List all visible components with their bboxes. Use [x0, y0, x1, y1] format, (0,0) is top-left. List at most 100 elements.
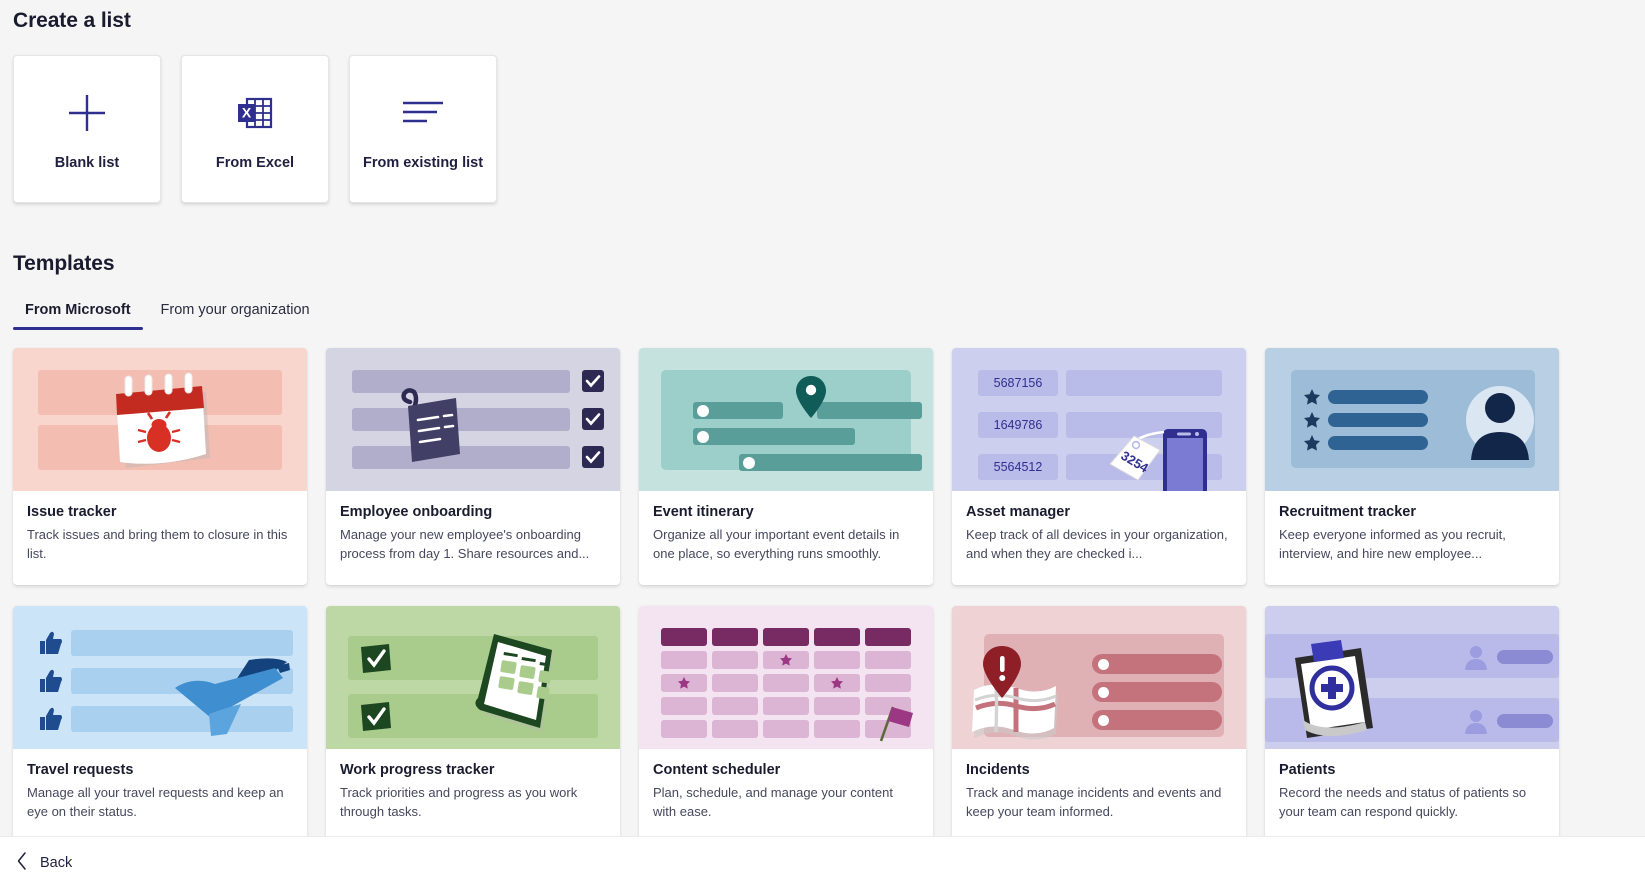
create-list-panel: Create a list Blank list X From Excel Fr… — [0, 0, 1645, 843]
card-body: Travel requests Manage all your travel r… — [13, 749, 307, 821]
card-description: Plan, schedule, and manage your content … — [653, 785, 893, 819]
art-row — [1328, 413, 1428, 427]
create-tile-blank-list[interactable]: Blank list — [13, 55, 161, 203]
location-pin-icon — [796, 376, 826, 418]
card-body: Asset manager Keep track of all devices … — [952, 491, 1246, 563]
star-icon — [831, 677, 843, 689]
thumbs-up-icon — [40, 707, 62, 730]
page-title: Create a list — [13, 9, 131, 32]
bullet-dot — [743, 457, 755, 469]
card-description: Record the needs and status of patients … — [1279, 785, 1527, 819]
person-icon — [1465, 710, 1487, 734]
grid-cell — [712, 674, 758, 692]
grid-cell — [763, 674, 809, 692]
card-title: Content scheduler — [653, 762, 781, 778]
art-row — [1092, 654, 1222, 674]
create-tile-from-excel[interactable]: X From Excel — [181, 55, 329, 203]
art-row — [1328, 390, 1428, 404]
art-row — [739, 454, 922, 471]
medical-clipboard-icon — [1295, 640, 1373, 738]
card-body: Work progress tracker Track priorities a… — [326, 749, 620, 821]
asset-id-chip: 1649786 — [978, 412, 1058, 438]
art-row — [1497, 714, 1553, 728]
art-row — [693, 428, 855, 445]
flag-icon — [879, 706, 913, 742]
grid-header-cell — [763, 628, 809, 646]
incidents-art — [952, 606, 1246, 749]
avatar — [1466, 386, 1534, 460]
existing-list-icon — [397, 87, 449, 139]
card-body: Content scheduler Plan, schedule, and ma… — [639, 749, 933, 821]
content-scheduler-art — [639, 606, 933, 749]
back-button-label: Back — [40, 854, 73, 871]
template-card-asset-manager[interactable]: 5687156 1649786 5564512 3254 Asset manag… — [952, 348, 1246, 585]
tab-from-microsoft[interactable]: From Microsoft — [13, 296, 143, 330]
grid-cell — [865, 651, 911, 669]
template-card-travel-requests[interactable]: Travel requests Manage all your travel r… — [13, 606, 307, 843]
star-icon — [780, 654, 792, 666]
templates-grid: Issue tracker Track issues and bring the… — [13, 348, 1645, 843]
grid-cell — [763, 697, 809, 715]
card-body: Recruitment tracker Keep everyone inform… — [1265, 491, 1559, 563]
patients-art — [1265, 606, 1559, 749]
template-card-issue-tracker[interactable]: Issue tracker Track issues and bring the… — [13, 348, 307, 585]
grid-cell — [763, 720, 809, 738]
card-body: Event itinerary Organize all your import… — [639, 491, 933, 563]
map-with-alert-pin-icon — [972, 646, 1058, 740]
back-button[interactable]: Back — [14, 845, 80, 881]
art-row — [1328, 436, 1428, 450]
template-card-incidents[interactable]: Incidents Track and manage incidents and… — [952, 606, 1246, 843]
grid-header-cell — [865, 628, 911, 646]
travel-requests-art — [13, 606, 307, 749]
price-tag-icon: 3254 — [1109, 430, 1165, 481]
create-tile-from-existing-list[interactable]: From existing list — [349, 55, 497, 203]
clipboard-note-icon — [401, 388, 460, 462]
create-tile-label: From existing list — [362, 155, 484, 171]
template-card-employee-onboarding[interactable]: Employee onboarding Manage your new empl… — [326, 348, 620, 585]
bullet-dot — [1098, 715, 1109, 726]
bullet-dot — [1098, 687, 1109, 698]
grid-cell — [865, 674, 911, 692]
grid-cell — [661, 697, 707, 715]
template-card-content-scheduler[interactable]: Content scheduler Plan, schedule, and ma… — [639, 606, 933, 843]
grid-header-cell — [661, 628, 707, 646]
card-body: Issue tracker Track issues and bring the… — [13, 491, 307, 563]
card-title: Incidents — [966, 762, 1030, 778]
card-description: Track priorities and progress as you wor… — [340, 785, 578, 819]
template-card-work-progress-tracker[interactable]: Work progress tracker Track priorities a… — [326, 606, 620, 843]
art-row — [71, 630, 293, 656]
templates-title: Templates — [13, 252, 115, 275]
grid-cell — [661, 674, 707, 692]
card-title: Employee onboarding — [340, 504, 493, 520]
card-title: Work progress tracker — [340, 762, 495, 778]
template-card-patients[interactable]: Patients Record the needs and status of … — [1265, 606, 1559, 843]
tab-from-your-organization[interactable]: From your organization — [149, 296, 322, 330]
svg-text:X: X — [242, 105, 252, 121]
card-title: Issue tracker — [27, 504, 117, 520]
card-title: Asset manager — [966, 504, 1070, 520]
footer-bar: Back — [0, 836, 1645, 888]
card-body: Incidents Track and manage incidents and… — [952, 749, 1246, 821]
chevron-left-icon — [16, 851, 28, 875]
bullet-dot — [1098, 659, 1109, 670]
asset-id-chip: 5564512 — [978, 454, 1058, 480]
create-options-row: Blank list X From Excel From existing li… — [13, 55, 1645, 203]
card-description: Manage your new employee's onboarding pr… — [340, 527, 590, 561]
templates-tablist: From Microsoft From your organization — [13, 296, 1645, 336]
checkbox-checked-icon — [361, 702, 391, 731]
star-icon — [1304, 412, 1320, 428]
create-tile-label: Blank list — [54, 155, 120, 171]
grid-header-cell — [814, 628, 860, 646]
grid-cell — [814, 720, 860, 738]
card-body: Employee onboarding Manage your new empl… — [326, 491, 620, 563]
thumbs-up-icon — [40, 669, 62, 692]
card-description: Track issues and bring them to closure i… — [27, 527, 288, 561]
star-icon — [1304, 389, 1320, 405]
card-title: Recruitment tracker — [1279, 504, 1416, 520]
event-itinerary-art — [639, 348, 933, 491]
grid-cell — [712, 697, 758, 715]
template-card-recruitment-tracker[interactable]: Recruitment tracker Keep everyone inform… — [1265, 348, 1559, 585]
template-card-event-itinerary[interactable]: Event itinerary Organize all your import… — [639, 348, 933, 585]
bullet-dot — [697, 431, 709, 443]
checkbox-checked-icon — [582, 408, 604, 430]
